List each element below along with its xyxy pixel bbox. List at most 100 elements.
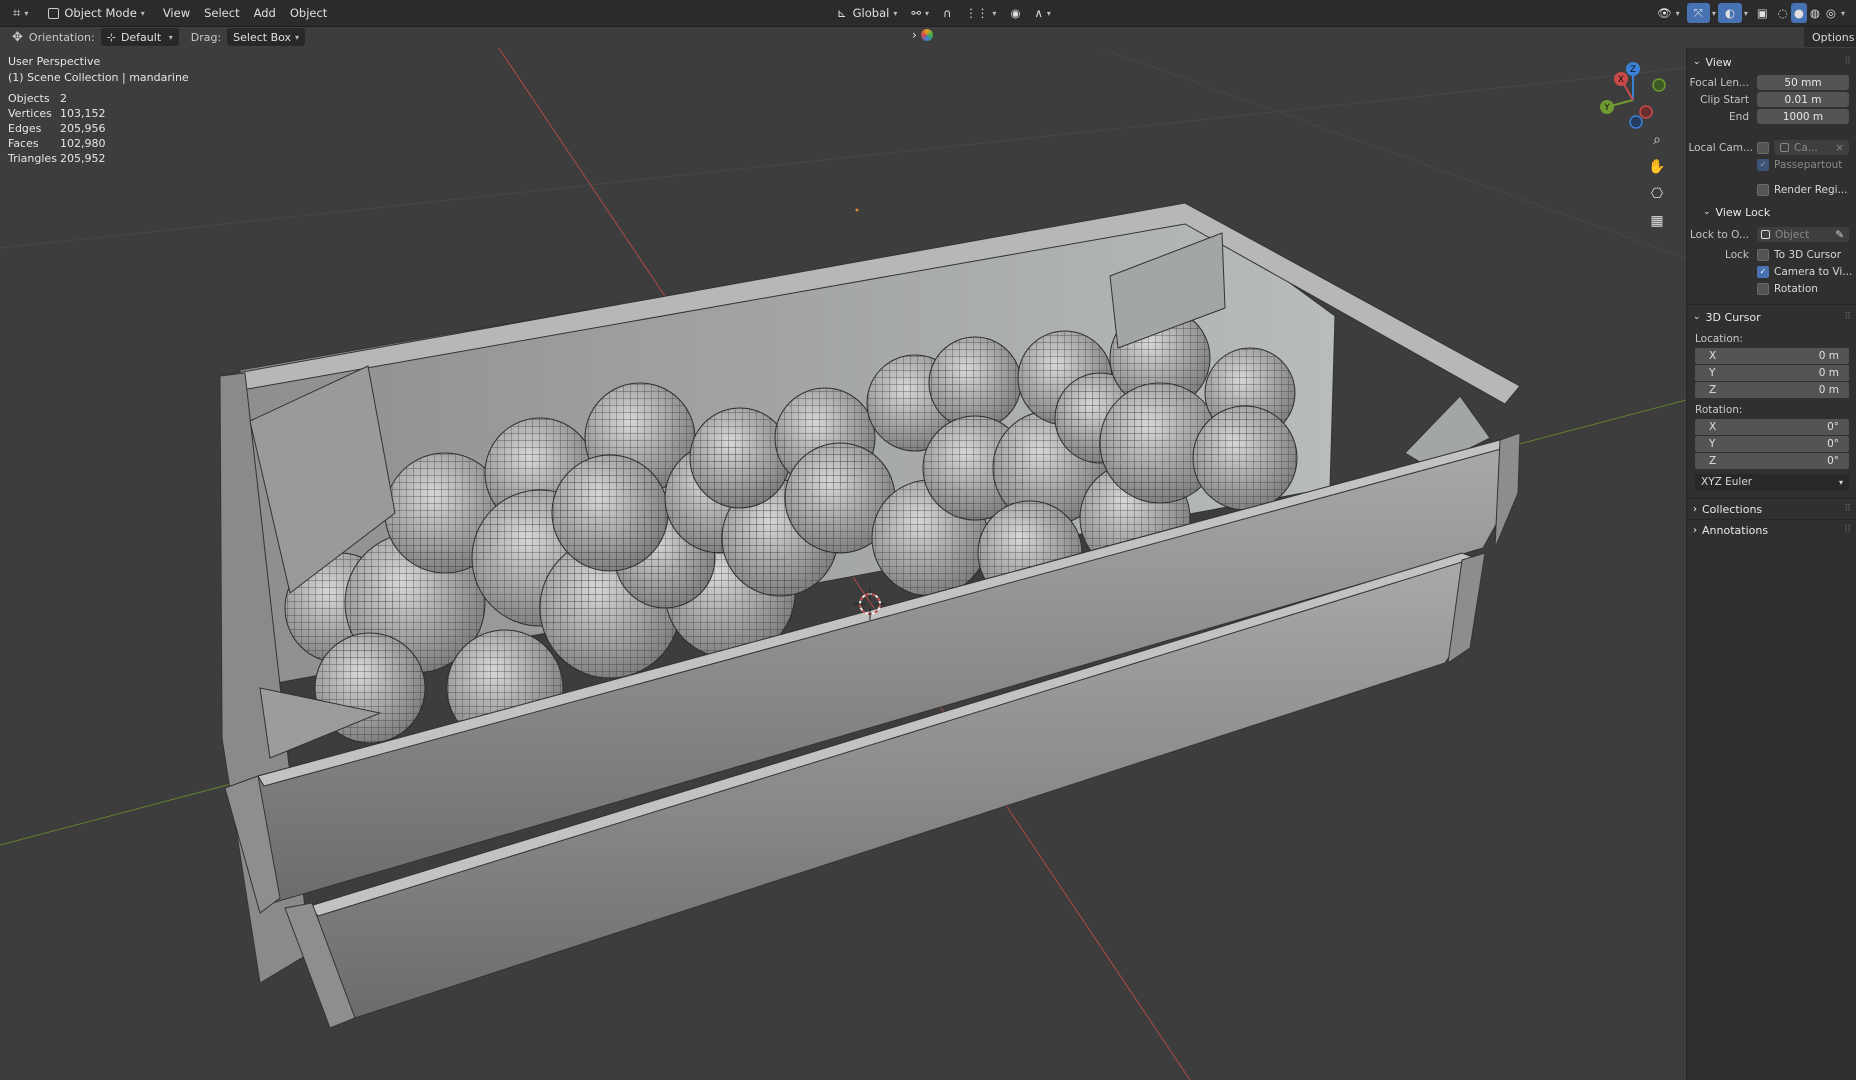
3d-viewport[interactable]: User Perspective (1) Scene Collection | … bbox=[0, 48, 1686, 1080]
shading-material[interactable]: ◍ bbox=[1807, 3, 1823, 23]
object-origin bbox=[855, 208, 859, 212]
stat-edges: Edges 205,956 bbox=[8, 122, 106, 135]
shading-wireframe[interactable]: ◌ bbox=[1775, 3, 1791, 23]
pan-button[interactable]: ✋ bbox=[1645, 155, 1669, 179]
view-section-header[interactable]: ⌄ View ⠿ bbox=[1687, 52, 1856, 72]
camera-to-view-row: ✓ Camera to Vi... bbox=[1687, 263, 1856, 280]
passepartout-row: ✓ Passepartout bbox=[1687, 156, 1856, 173]
collections-title: Collections bbox=[1702, 502, 1763, 516]
lock-to-object-field[interactable]: Object ✎ bbox=[1757, 227, 1849, 242]
zoom-icon: ⌕ bbox=[1653, 132, 1661, 148]
eyedropper-icon[interactable]: ✎ bbox=[1835, 229, 1844, 241]
orientation-dropdown[interactable]: ⊹ Default ▾ bbox=[100, 28, 179, 46]
pivot-point-dropdown[interactable]: ⚯ ▾ bbox=[904, 3, 936, 23]
perspective-toggle-button[interactable]: ▦ bbox=[1645, 209, 1669, 233]
overlay-dropdown[interactable]: ▾ bbox=[1742, 3, 1750, 23]
cursor-location-x[interactable]: X0 m bbox=[1695, 348, 1849, 364]
menu-object[interactable]: Object bbox=[283, 3, 334, 23]
clear-icon[interactable]: × bbox=[1835, 142, 1844, 154]
annotations-section-header[interactable]: › Annotations ⠿ bbox=[1687, 520, 1856, 540]
gizmo-dropdown[interactable]: ▾ bbox=[1710, 3, 1718, 23]
menu-add[interactable]: Add bbox=[247, 3, 283, 23]
mode-label: Object Mode bbox=[64, 6, 137, 20]
chevron-right-icon: › bbox=[1693, 503, 1697, 515]
rotation-mode-value: XYZ Euler bbox=[1701, 476, 1753, 488]
3d-cursor-title: 3D Cursor bbox=[1705, 310, 1761, 324]
shading-dropdown[interactable]: ▾ bbox=[1839, 3, 1847, 23]
shading-solid[interactable]: ● bbox=[1790, 3, 1807, 23]
clip-end-field[interactable]: 1000 m bbox=[1757, 109, 1849, 124]
focal-length-label: Focal Len... bbox=[1689, 76, 1749, 89]
render-region-checkbox[interactable] bbox=[1757, 183, 1769, 196]
cursor-rotation-x[interactable]: X 0° bbox=[1695, 419, 1849, 435]
zoom-button[interactable]: ⌕ bbox=[1645, 128, 1669, 152]
scene-statistics: Objects 2 Vertices 103,152 Edges 205,956 Fa… bbox=[8, 92, 189, 165]
local-camera-field[interactable]: Ca... × bbox=[1774, 140, 1849, 155]
transform-orientation-dropdown[interactable]: ⊾ Global ▾ bbox=[830, 3, 904, 23]
snap-target-icon: ⋮⋮ bbox=[965, 6, 989, 20]
clip-start-field[interactable]: 0.01 m bbox=[1757, 92, 1849, 107]
annotations-title: Annotations bbox=[1702, 523, 1769, 537]
mode-dropdown[interactable]: Object Mode ▾ bbox=[41, 3, 152, 23]
camera-view-button[interactable]: ⎔ bbox=[1645, 182, 1669, 206]
visibility-dropdown[interactable]: 👁 ▾ bbox=[1650, 3, 1687, 23]
snap-toggle[interactable]: ∩ bbox=[936, 3, 958, 23]
pivot-icon: ⚯ bbox=[911, 6, 921, 20]
overlay-icon: ◐ bbox=[1724, 6, 1735, 20]
asset-shelf-icon bbox=[920, 29, 933, 41]
drag-grip-icon[interactable]: ⠿ bbox=[1844, 504, 1851, 514]
cursor-location-z[interactable]: Z0 m bbox=[1695, 382, 1849, 398]
local-camera-checkbox[interactable] bbox=[1757, 141, 1769, 154]
shading-rendered[interactable]: ◎ bbox=[1823, 3, 1839, 23]
gizmo-toggle[interactable]: ⤧ bbox=[1686, 3, 1710, 23]
hand-icon: ✋ bbox=[1648, 159, 1666, 175]
location-label: Location: bbox=[1695, 333, 1743, 345]
lock-to-cursor-label: To 3D Cursor bbox=[1774, 248, 1842, 261]
drag-grip-icon[interactable]: ⠿ bbox=[1844, 57, 1851, 67]
orientation-global-label: Global bbox=[852, 6, 890, 20]
xray-toggle[interactable]: ▣ bbox=[1750, 3, 1775, 23]
grid-line bbox=[0, 67, 1686, 249]
view-section-title: View bbox=[1705, 55, 1732, 69]
view-lock-header[interactable]: ⌄ View Lock bbox=[1687, 202, 1856, 222]
cursor-rotation-y[interactable]: Y 0° bbox=[1695, 436, 1849, 452]
menu-view[interactable]: View bbox=[156, 3, 197, 23]
lock-to-cursor-checkbox[interactable] bbox=[1757, 248, 1769, 261]
clip-start-label: Clip Start bbox=[1700, 93, 1749, 106]
solid-shading-icon: ● bbox=[1793, 6, 1804, 20]
cursor-rotation-z[interactable]: Z 0° bbox=[1695, 453, 1849, 469]
local-camera-label: Local Cam... bbox=[1688, 141, 1753, 154]
lock-rotation-checkbox[interactable] bbox=[1757, 282, 1769, 295]
menu-select[interactable]: Select bbox=[197, 3, 246, 23]
falloff-dropdown[interactable]: ∧ ▾ bbox=[1027, 3, 1057, 23]
focal-length-field[interactable]: 50 mm bbox=[1757, 75, 1849, 90]
viewport-scene bbox=[0, 48, 1686, 1080]
default-orientation-icon: ⊹ bbox=[106, 30, 116, 44]
drag-dropdown[interactable]: Select Box ▾ bbox=[227, 28, 306, 46]
rotation-mode-dropdown[interactable]: XYZ Euler ▾ bbox=[1695, 474, 1849, 490]
move-tool-icon: ✥ bbox=[12, 29, 23, 45]
drag-value: Select Box bbox=[233, 30, 292, 44]
lock-to-object-placeholder: Object bbox=[1775, 228, 1810, 241]
cursor-location-y[interactable]: Y0 m bbox=[1695, 365, 1849, 381]
drag-grip-icon[interactable]: ⠿ bbox=[1844, 312, 1851, 322]
navigation-gizmo[interactable]: Z Y X bbox=[1596, 60, 1670, 134]
lock-cursor-row: Lock To 3D Cursor bbox=[1687, 246, 1856, 263]
wireframe-shading-icon: ◌ bbox=[1777, 6, 1788, 20]
proportional-edit-toggle[interactable]: ◉ bbox=[1003, 3, 1027, 23]
chevron-right-icon: › bbox=[1693, 524, 1697, 536]
passepartout-checkbox[interactable]: ✓ bbox=[1757, 158, 1769, 171]
camera-to-view-checkbox[interactable]: ✓ bbox=[1757, 265, 1769, 278]
drag-label: Drag: bbox=[190, 30, 222, 44]
options-button[interactable]: Options bbox=[1804, 27, 1856, 47]
drag-grip-icon[interactable]: ⠿ bbox=[1844, 525, 1851, 535]
editor-type-button[interactable]: ⌗ ▾ bbox=[6, 3, 35, 23]
collections-section-header[interactable]: › Collections ⠿ bbox=[1687, 499, 1856, 519]
perspective-label: User Perspective bbox=[8, 55, 101, 68]
snap-target-dropdown[interactable]: ⋮⋮ ▾ bbox=[958, 3, 1003, 23]
chevron-down-icon: ▾ bbox=[1838, 477, 1843, 487]
lock-rotation-row: Rotation bbox=[1687, 280, 1856, 297]
asset-shelf-toggle[interactable]: › bbox=[912, 28, 933, 42]
3d-cursor-section-header[interactable]: ⌄ 3D Cursor ⠿ bbox=[1687, 307, 1856, 327]
overlay-toggle[interactable]: ◐ bbox=[1717, 3, 1742, 23]
